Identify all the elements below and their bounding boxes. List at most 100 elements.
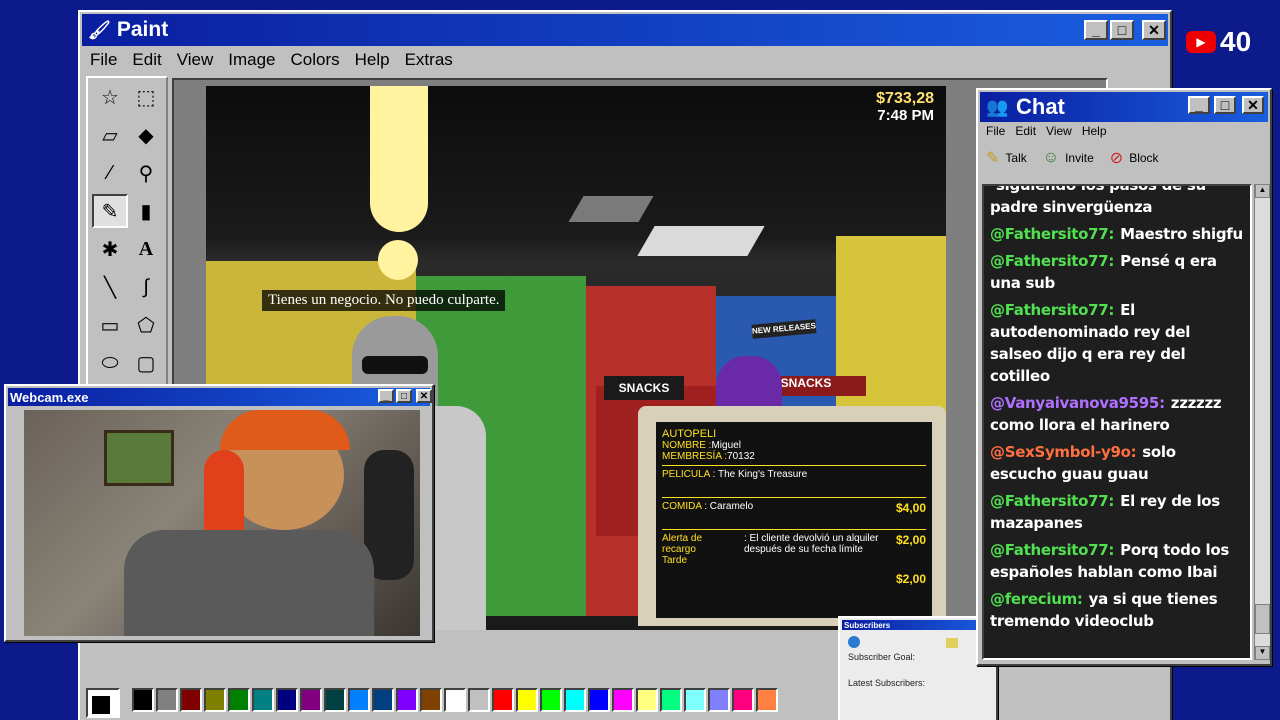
- palette-swatch[interactable]: [228, 688, 250, 712]
- line-icon[interactable]: ╲: [92, 270, 128, 304]
- subscriber-goal-label: Subscriber Goal:: [848, 652, 916, 662]
- fill-icon[interactable]: ◆: [128, 118, 164, 152]
- chat-username[interactable]: @Fathersito77:: [990, 252, 1114, 270]
- ceiling-light: [637, 226, 765, 256]
- palette-swatch[interactable]: [444, 688, 466, 712]
- youtube-icon: ▶: [1186, 31, 1216, 53]
- menu-colors[interactable]: Colors: [291, 50, 340, 70]
- polygon-icon[interactable]: ⬠: [128, 308, 164, 342]
- webcam-titlebar[interactable]: Webcam.exe: [8, 388, 430, 406]
- palette-swatch[interactable]: [540, 688, 562, 712]
- chat-scrollbar[interactable]: ▲ ▼: [1254, 184, 1270, 660]
- palette-swatch[interactable]: [300, 688, 322, 712]
- scroll-up-icon[interactable]: ▲: [1255, 184, 1270, 198]
- palette-swatch[interactable]: [636, 688, 658, 712]
- palette-swatch[interactable]: [324, 688, 346, 712]
- folder-icon: [946, 638, 958, 648]
- maximize-button[interactable]: □: [1110, 20, 1134, 40]
- scroll-thumb[interactable]: [1255, 604, 1270, 634]
- palette-swatch[interactable]: [348, 688, 370, 712]
- chat-username[interactable]: @Fathersito77:: [990, 492, 1114, 510]
- palette-swatch[interactable]: [756, 688, 778, 712]
- latest-subscribers-label: Latest Subscribers:: [848, 678, 926, 688]
- webcam-maximize-button[interactable]: □: [396, 389, 412, 403]
- current-color-box[interactable]: [86, 688, 120, 718]
- chat-maximize-button[interactable]: □: [1214, 96, 1236, 114]
- palette-swatch[interactable]: [612, 688, 634, 712]
- webcam-minimize-button[interactable]: _: [378, 389, 394, 403]
- eraser-icon[interactable]: ▱: [92, 118, 128, 152]
- streamer-cap: [220, 410, 350, 450]
- chat-menu-help[interactable]: Help: [1082, 124, 1107, 138]
- scroll-down-icon[interactable]: ▼: [1255, 646, 1270, 660]
- block-button[interactable]: ⊘ Block: [1110, 148, 1159, 168]
- chat-menu-file[interactable]: File: [986, 124, 1005, 138]
- color-picker-icon[interactable]: ⁄: [92, 156, 128, 190]
- menu-image[interactable]: Image: [228, 50, 275, 70]
- chat-menu-view[interactable]: View: [1046, 124, 1072, 138]
- menu-extras[interactable]: Extras: [405, 50, 453, 70]
- text-icon[interactable]: A: [128, 232, 164, 266]
- menu-edit[interactable]: Edit: [132, 50, 161, 70]
- palette-swatch[interactable]: [468, 688, 490, 712]
- rounded-rect-icon[interactable]: ▢: [128, 346, 164, 380]
- palette-swatch[interactable]: [180, 688, 202, 712]
- paint-titlebar[interactable]: 🖌 Paint: [82, 14, 1168, 46]
- minimize-button[interactable]: _: [1084, 20, 1108, 40]
- chat-username[interactable]: @ferecium:: [990, 590, 1083, 608]
- rect-select-icon[interactable]: ⬚: [128, 80, 164, 114]
- chat-minimize-button[interactable]: _: [1188, 96, 1210, 114]
- chat-message-list[interactable]: siguiendo los pasos de su padre sinvergü…: [982, 184, 1252, 660]
- magnifier-icon[interactable]: ⚲: [128, 156, 164, 190]
- invite-button[interactable]: ☺ Invite: [1043, 149, 1094, 167]
- chat-message: @Fathersito77: Pensé q era una sub: [984, 250, 1250, 294]
- foreground-color[interactable]: [92, 696, 110, 714]
- chat-username[interactable]: @Fathersito77:: [990, 225, 1114, 243]
- subscribers-titlebar[interactable]: Subscribers: [842, 620, 994, 630]
- palette-swatch[interactable]: [276, 688, 298, 712]
- palette-swatch[interactable]: [684, 688, 706, 712]
- quest-marker-dot: [378, 240, 418, 280]
- webcam-close-button[interactable]: ✕: [416, 389, 432, 403]
- palette-swatch[interactable]: [564, 688, 586, 712]
- palette-swatch[interactable]: [588, 688, 610, 712]
- palette-swatch[interactable]: [396, 688, 418, 712]
- close-button[interactable]: ✕: [1142, 20, 1166, 40]
- ellipse-icon[interactable]: ⬭: [92, 346, 128, 380]
- rectangle-icon[interactable]: ▭: [92, 308, 128, 342]
- brush-icon[interactable]: ▮: [128, 194, 164, 228]
- webcam-window: Webcam.exe _ □ ✕: [4, 384, 434, 642]
- menu-view[interactable]: View: [177, 50, 214, 70]
- chat-username[interactable]: @Fathersito77:: [990, 541, 1114, 559]
- chat-message: @Vanyaivanova9595: zzzzzz como llora el h…: [984, 392, 1250, 436]
- free-select-icon[interactable]: ☆: [92, 80, 128, 114]
- talk-button[interactable]: ✎ Talk: [986, 148, 1027, 168]
- palette-swatch[interactable]: [372, 688, 394, 712]
- palette-swatch[interactable]: [492, 688, 514, 712]
- palette-swatch[interactable]: [204, 688, 226, 712]
- pencil-icon[interactable]: ✎: [92, 194, 128, 228]
- talk-icon: ✎: [986, 150, 1000, 167]
- chat-menu-edit[interactable]: Edit: [1015, 124, 1036, 138]
- chat-username[interactable]: @Vanyaivanova9595:: [990, 394, 1165, 412]
- chat-message: @Fathersito77: El rey de los mazapanes: [984, 490, 1250, 534]
- palette-swatch[interactable]: [132, 688, 154, 712]
- youtube-counter: ▶ 40: [1186, 26, 1251, 58]
- palette-swatch[interactable]: [516, 688, 538, 712]
- curve-icon[interactable]: ∫: [128, 270, 164, 304]
- palette-swatch[interactable]: [420, 688, 442, 712]
- menu-file[interactable]: File: [90, 50, 117, 70]
- airbrush-icon[interactable]: ✱: [92, 232, 128, 266]
- palette-swatch[interactable]: [708, 688, 730, 712]
- chat-username[interactable]: @Fathersito77:: [990, 301, 1114, 319]
- chat-toolbar: ✎ Talk ☺ Invite ⊘ Block: [986, 148, 1159, 168]
- terminal-total: $2,00: [895, 572, 926, 586]
- palette-swatch[interactable]: [732, 688, 754, 712]
- palette-swatch[interactable]: [156, 688, 178, 712]
- palette-swatch[interactable]: [660, 688, 682, 712]
- chat-username[interactable]: @SexSymbol-y9o:: [990, 443, 1137, 461]
- chat-close-button[interactable]: ✕: [1242, 96, 1264, 114]
- menu-help[interactable]: Help: [355, 50, 390, 70]
- subscribers-window: Subscribers Subscriber Goal: Latest Subs…: [838, 616, 998, 720]
- palette-swatch[interactable]: [252, 688, 274, 712]
